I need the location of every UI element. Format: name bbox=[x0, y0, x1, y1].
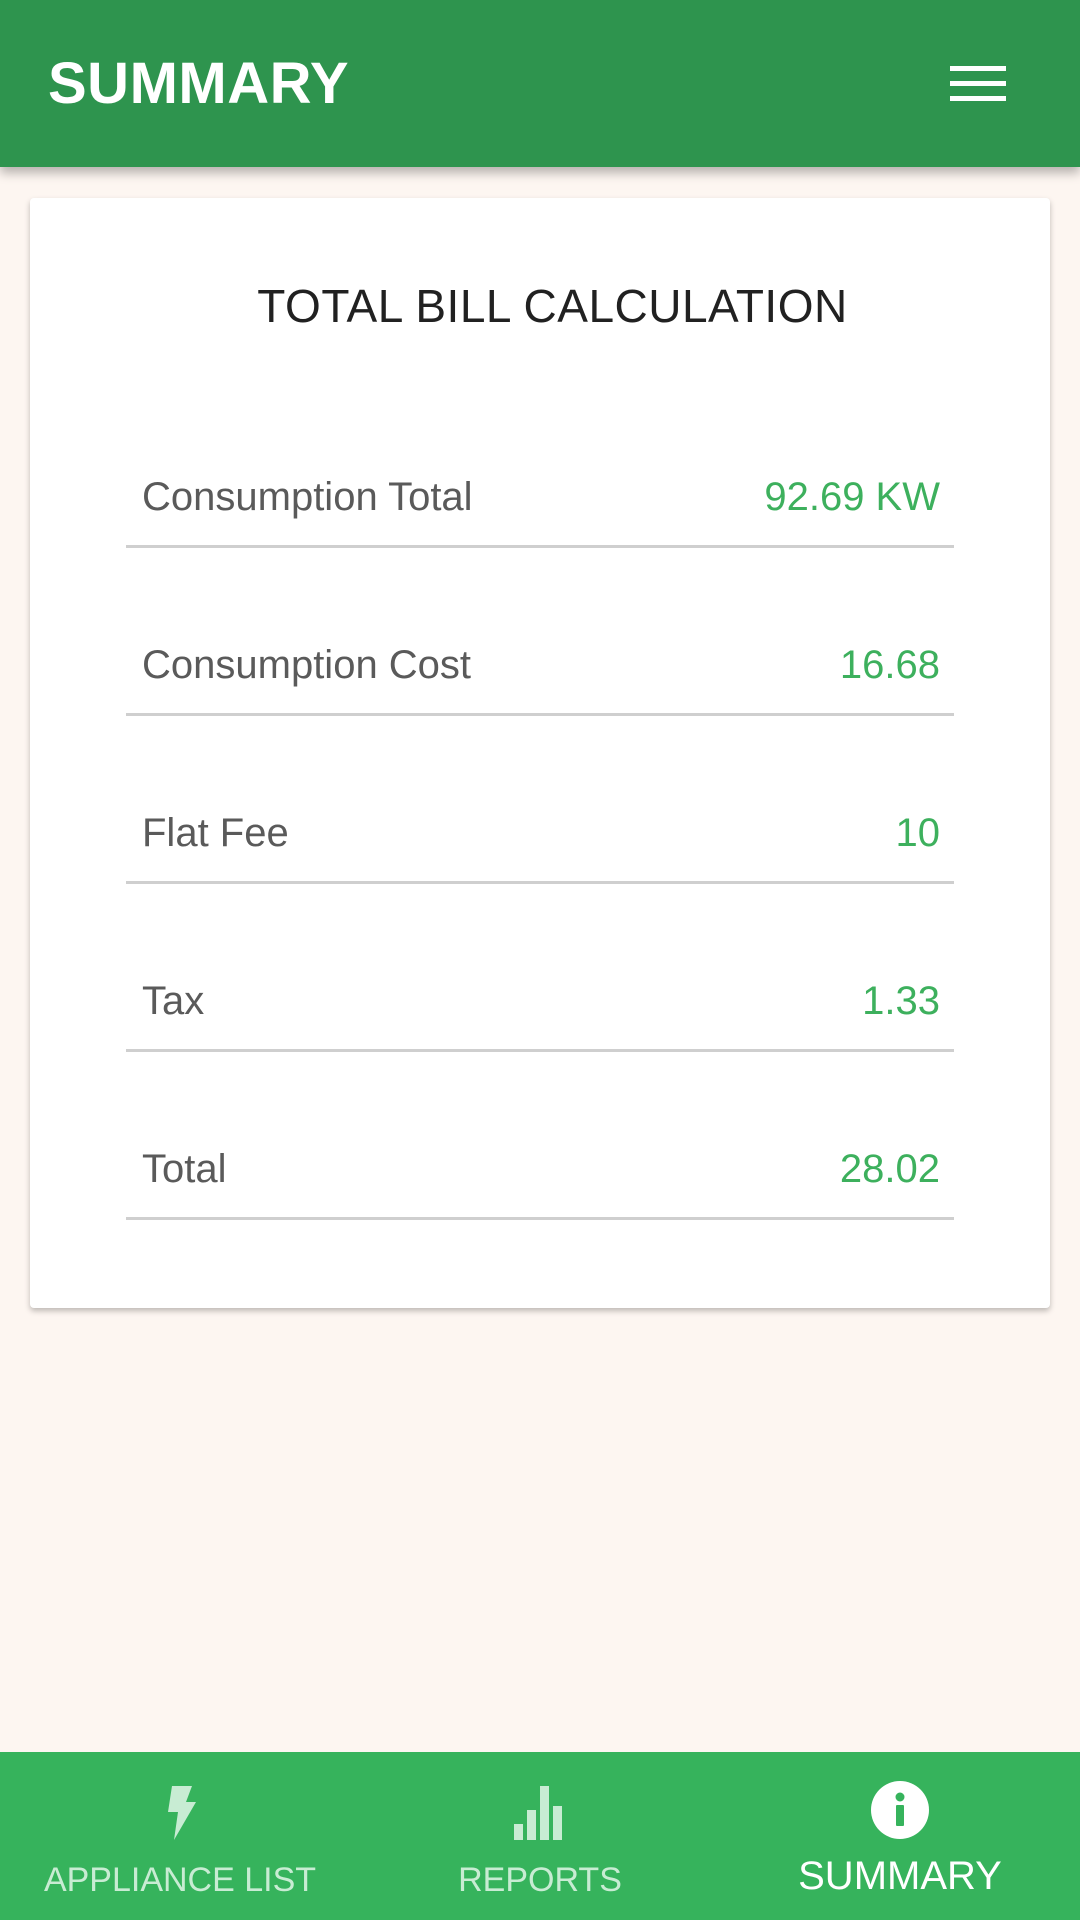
row-value: 16.68 bbox=[839, 643, 940, 687]
row-value: 92.69 KW bbox=[764, 475, 940, 519]
nav-label: REPORTS bbox=[458, 1861, 622, 1899]
row-label: Flat Fee bbox=[142, 811, 289, 855]
bar-chart-icon bbox=[514, 1786, 562, 1840]
bottom-navigation: APPLIANCE LIST REPORTS SUMMARY bbox=[0, 1752, 1080, 1920]
nav-label: APPLIANCE LIST bbox=[43, 1861, 317, 1899]
row-flat-fee: Flat Fee 10 bbox=[126, 796, 954, 884]
app-screen: SUMMARY TOTAL BILL CALCULATION Consumpti… bbox=[0, 0, 1080, 1920]
nav-item-reports[interactable]: REPORTS bbox=[360, 1752, 720, 1920]
nav-label: SUMMARY bbox=[798, 1854, 1002, 1898]
menu-button[interactable] bbox=[940, 56, 1016, 112]
bill-calculation-card: TOTAL BILL CALCULATION Consumption Total… bbox=[30, 198, 1050, 1308]
row-label: Consumption Cost bbox=[142, 643, 472, 687]
nav-item-appliance-list[interactable]: APPLIANCE LIST bbox=[0, 1752, 360, 1920]
hamburger-menu-icon bbox=[950, 66, 1006, 106]
row-value: 10 bbox=[895, 811, 941, 855]
lightning-bolt-icon bbox=[168, 1786, 196, 1840]
row-tax: Tax 1.33 bbox=[126, 964, 954, 1052]
row-total: Total 28.02 bbox=[126, 1132, 954, 1220]
nav-item-summary[interactable]: SUMMARY bbox=[720, 1752, 1080, 1920]
row-consumption-total: Consumption Total 92.69 KW bbox=[126, 460, 954, 548]
page-title: SUMMARY bbox=[48, 51, 350, 116]
info-circle-icon bbox=[871, 1781, 929, 1839]
row-label: Total bbox=[142, 1147, 227, 1191]
row-consumption-cost: Consumption Cost 16.68 bbox=[126, 628, 954, 716]
row-value: 1.33 bbox=[862, 979, 940, 1023]
row-label: Consumption Total bbox=[142, 475, 473, 519]
app-header: SUMMARY bbox=[0, 0, 1080, 167]
card-title: TOTAL BILL CALCULATION bbox=[257, 280, 848, 332]
row-value: 28.02 bbox=[839, 1147, 940, 1191]
row-label: Tax bbox=[142, 979, 205, 1023]
